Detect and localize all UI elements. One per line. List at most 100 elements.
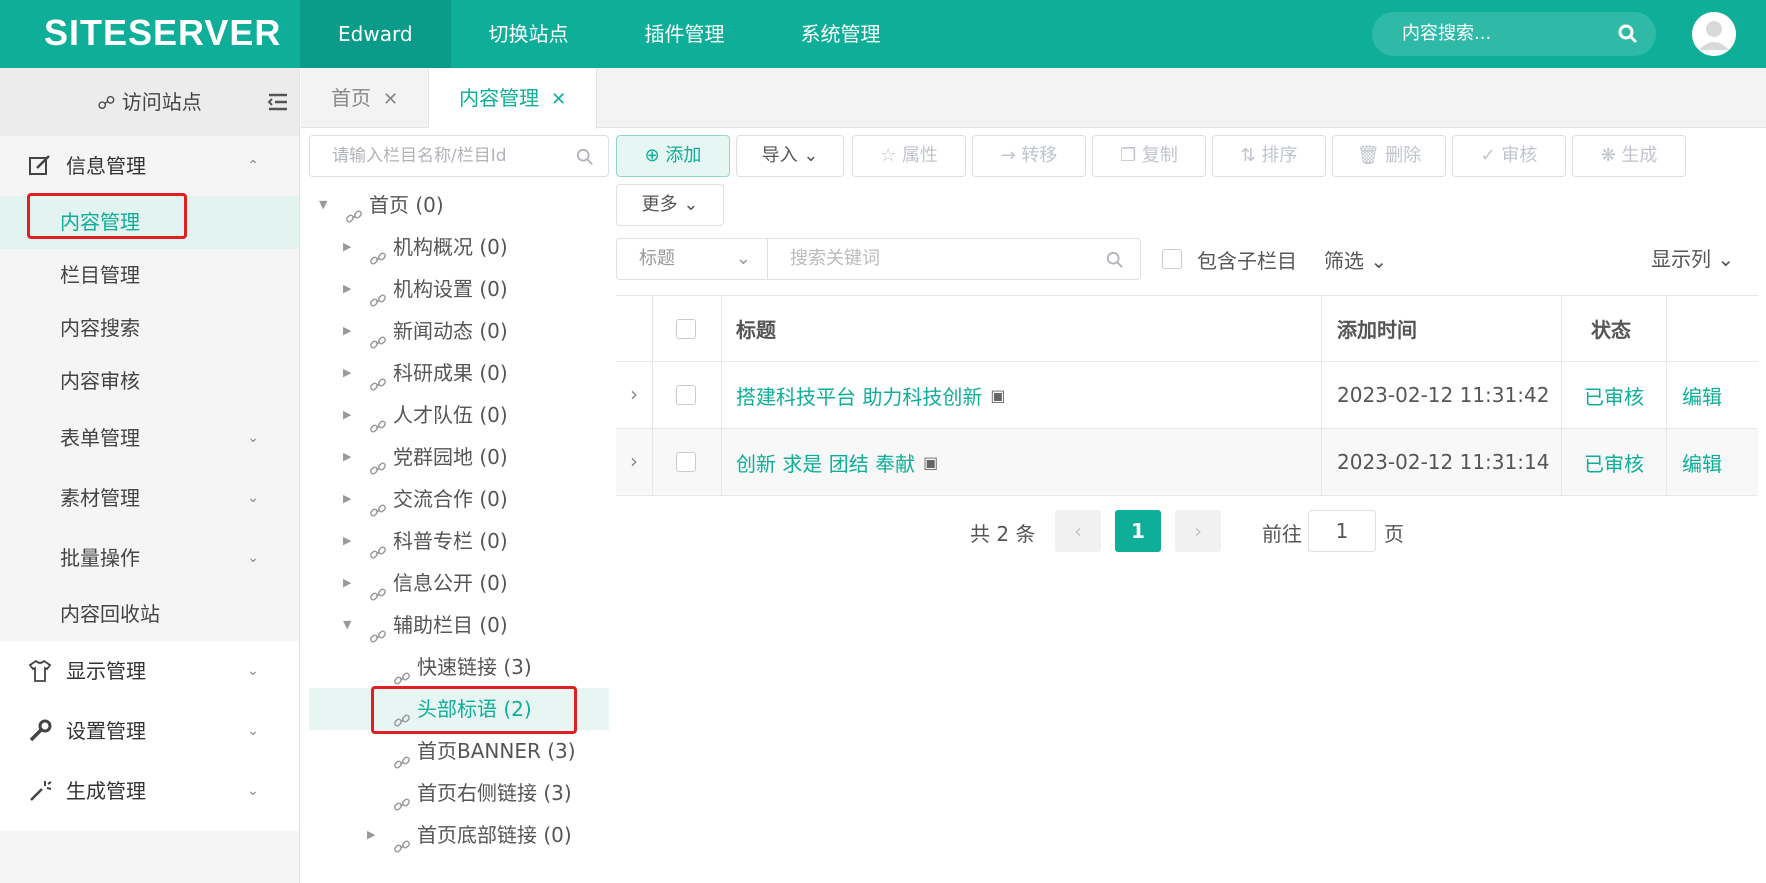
- sidebar-group-display[interactable]: 显示管理 ⌄: [0, 641, 299, 701]
- properties-button[interactable]: ☆ 属性: [852, 135, 966, 177]
- sidebar-item-batch-operations[interactable]: 批量操作 ⌄: [0, 528, 299, 588]
- top-nav-switch-site[interactable]: 切换站点: [451, 0, 607, 68]
- tree-node[interactable]: ▶ 机构设置 (0): [309, 268, 609, 310]
- tree-node[interactable]: 首页BANNER (3): [309, 730, 609, 772]
- audit-button[interactable]: ✓ 审核: [1452, 135, 1566, 177]
- properties-label: 属性: [901, 145, 938, 166]
- table-row[interactable]: › 创新 求是 团结 奉献 ▣ 2023-02-12 11:31:14 已审核 编…: [616, 429, 1758, 496]
- link-icon: [369, 492, 387, 516]
- tree-node[interactable]: ▶ 机构概况 (0): [309, 226, 609, 268]
- add-button[interactable]: ⊕ 添加: [616, 135, 730, 177]
- shirt-icon: [28, 659, 52, 682]
- tree-node[interactable]: ▶ 党群园地 (0): [309, 436, 609, 478]
- include-children-checkbox[interactable]: [1162, 249, 1182, 269]
- tree-node[interactable]: 快速链接 (3): [309, 646, 609, 688]
- caret-right-icon[interactable]: ▶: [343, 268, 351, 310]
- sort-button[interactable]: ⇅ 排序: [1212, 135, 1326, 177]
- sidebar-item-material-management[interactable]: 素材管理 ⌄: [0, 468, 299, 528]
- delete-label: 删除: [1385, 145, 1422, 166]
- caret-right-icon[interactable]: ▶: [367, 814, 375, 856]
- sidebar-group-info[interactable]: 信息管理 ⌃: [0, 136, 299, 196]
- page-number-button[interactable]: 1: [1115, 510, 1161, 552]
- generate-button[interactable]: ❋ 生成: [1572, 135, 1686, 177]
- tree-node[interactable]: ▶ 人才队伍 (0): [309, 394, 609, 436]
- tree-node[interactable]: 首页右侧链接 (3): [309, 772, 609, 814]
- caret-right-icon[interactable]: ▶: [343, 436, 351, 478]
- caret-right-icon[interactable]: ▶: [343, 352, 351, 394]
- tree-node[interactable]: ▶ 科普专栏 (0): [309, 520, 609, 562]
- caret-down-icon[interactable]: ▼: [319, 184, 327, 226]
- tree-node[interactable]: ▶ 新闻动态 (0): [309, 310, 609, 352]
- content-search-input[interactable]: 内容搜索...: [1372, 12, 1656, 56]
- edit-link[interactable]: 编辑: [1682, 429, 1722, 495]
- prev-page-button[interactable]: ‹: [1055, 510, 1101, 552]
- close-icon[interactable]: ✕: [551, 89, 566, 110]
- more-button[interactable]: 更多 ⌄: [616, 184, 724, 226]
- collapse-menu-icon[interactable]: [267, 92, 289, 112]
- tree-node-label: 新闻动态 (0): [393, 319, 508, 343]
- sidebar-item-content-search[interactable]: 内容搜索: [0, 302, 299, 355]
- chevron-right-icon[interactable]: ›: [630, 382, 638, 406]
- column-header-title[interactable]: 标题: [736, 296, 776, 361]
- star-icon: ☆: [880, 145, 902, 166]
- delete-button[interactable]: 🗑 删除: [1332, 135, 1446, 177]
- caret-right-icon[interactable]: ▶: [343, 226, 351, 268]
- tree-node[interactable]: ▶ 首页底部链接 (0): [309, 814, 609, 856]
- tree-node-label: 首页 (0): [369, 193, 444, 217]
- row-checkbox[interactable]: [676, 452, 696, 472]
- caret-right-icon[interactable]: ▶: [343, 310, 351, 352]
- search-icon[interactable]: [1618, 24, 1638, 44]
- column-header-status[interactable]: 状态: [1591, 296, 1631, 361]
- move-label: 转移: [1021, 145, 1058, 166]
- include-children-label: 包含子栏目: [1197, 249, 1297, 273]
- filter-dropdown[interactable]: 筛选 ⌄: [1324, 245, 1387, 274]
- caret-right-icon[interactable]: ▶: [343, 478, 351, 520]
- column-header-time[interactable]: 添加时间: [1337, 296, 1417, 361]
- row-checkbox[interactable]: [676, 385, 696, 405]
- sidebar-item-content-audit[interactable]: 内容审核: [0, 355, 299, 408]
- globe-icon: ☍: [97, 93, 116, 114]
- display-columns-dropdown[interactable]: 显示列 ⌄: [1651, 243, 1734, 272]
- close-icon[interactable]: ✕: [383, 89, 398, 110]
- tree-node[interactable]: ▶ 交流合作 (0): [309, 478, 609, 520]
- tree-node[interactable]: ▼ 首页 (0): [309, 184, 609, 226]
- sidebar-item-channel-management[interactable]: 栏目管理: [0, 249, 299, 302]
- move-button[interactable]: → 转移: [972, 135, 1086, 177]
- goto-page-input[interactable]: 1: [1308, 510, 1376, 552]
- tree-node-label: 首页底部链接 (0): [417, 823, 572, 847]
- next-page-button[interactable]: ›: [1175, 510, 1221, 552]
- channel-search-input[interactable]: 请输入栏目名称/栏目Id: [309, 135, 609, 177]
- tab-content-management[interactable]: 内容管理 ✕: [429, 68, 598, 129]
- tab-home[interactable]: 首页 ✕: [301, 68, 430, 128]
- content-title-link[interactable]: 搭建科技平台 助力科技创新 ▣: [736, 362, 1005, 428]
- sidebar-group-settings[interactable]: 设置管理 ⌄: [0, 701, 299, 761]
- import-button[interactable]: 导入 ⌄: [736, 135, 844, 177]
- column-divider: [1666, 296, 1667, 496]
- tree-node[interactable]: ▶ 科研成果 (0): [309, 352, 609, 394]
- edit-link[interactable]: 编辑: [1682, 362, 1722, 428]
- caret-right-icon[interactable]: ▶: [343, 562, 351, 604]
- top-nav-site-name[interactable]: Edward: [300, 0, 451, 68]
- top-nav-plugins[interactable]: 插件管理: [607, 0, 763, 68]
- visit-site-button[interactable]: ☍ 访问站点: [0, 68, 299, 136]
- caret-right-icon[interactable]: ▶: [343, 520, 351, 562]
- status-badge: 已审核: [1584, 451, 1644, 476]
- content-title-link[interactable]: 创新 求是 团结 奉献 ▣: [736, 429, 938, 495]
- keyword-input[interactable]: 搜索关键词: [767, 238, 1141, 280]
- tree-node[interactable]: ▶ 信息公开 (0): [309, 562, 609, 604]
- copy-button[interactable]: ❐ 复制: [1092, 135, 1206, 177]
- top-nav: Edward 切换站点 插件管理 系统管理: [300, 0, 919, 68]
- user-avatar[interactable]: [1692, 12, 1736, 56]
- select-all-checkbox[interactable]: [676, 319, 696, 339]
- search-field-select[interactable]: 标题 ⌄: [616, 238, 768, 280]
- tree-node[interactable]: ▼ 辅助栏目 (0): [309, 604, 609, 646]
- top-nav-system[interactable]: 系统管理: [763, 0, 919, 68]
- chevron-right-icon[interactable]: ›: [630, 449, 638, 473]
- siteserver-logo[interactable]: SITESERVER: [44, 12, 281, 54]
- sidebar-item-recycle-bin[interactable]: 内容回收站: [0, 588, 299, 641]
- caret-right-icon[interactable]: ▶: [343, 394, 351, 436]
- table-row[interactable]: › 搭建科技平台 助力科技创新 ▣ 2023-02-12 11:31:42 已审核…: [616, 362, 1758, 429]
- caret-down-icon[interactable]: ▼: [343, 604, 351, 646]
- sidebar-item-form-management[interactable]: 表单管理 ⌄: [0, 408, 299, 468]
- sidebar-group-generate[interactable]: 生成管理 ⌄: [0, 761, 299, 831]
